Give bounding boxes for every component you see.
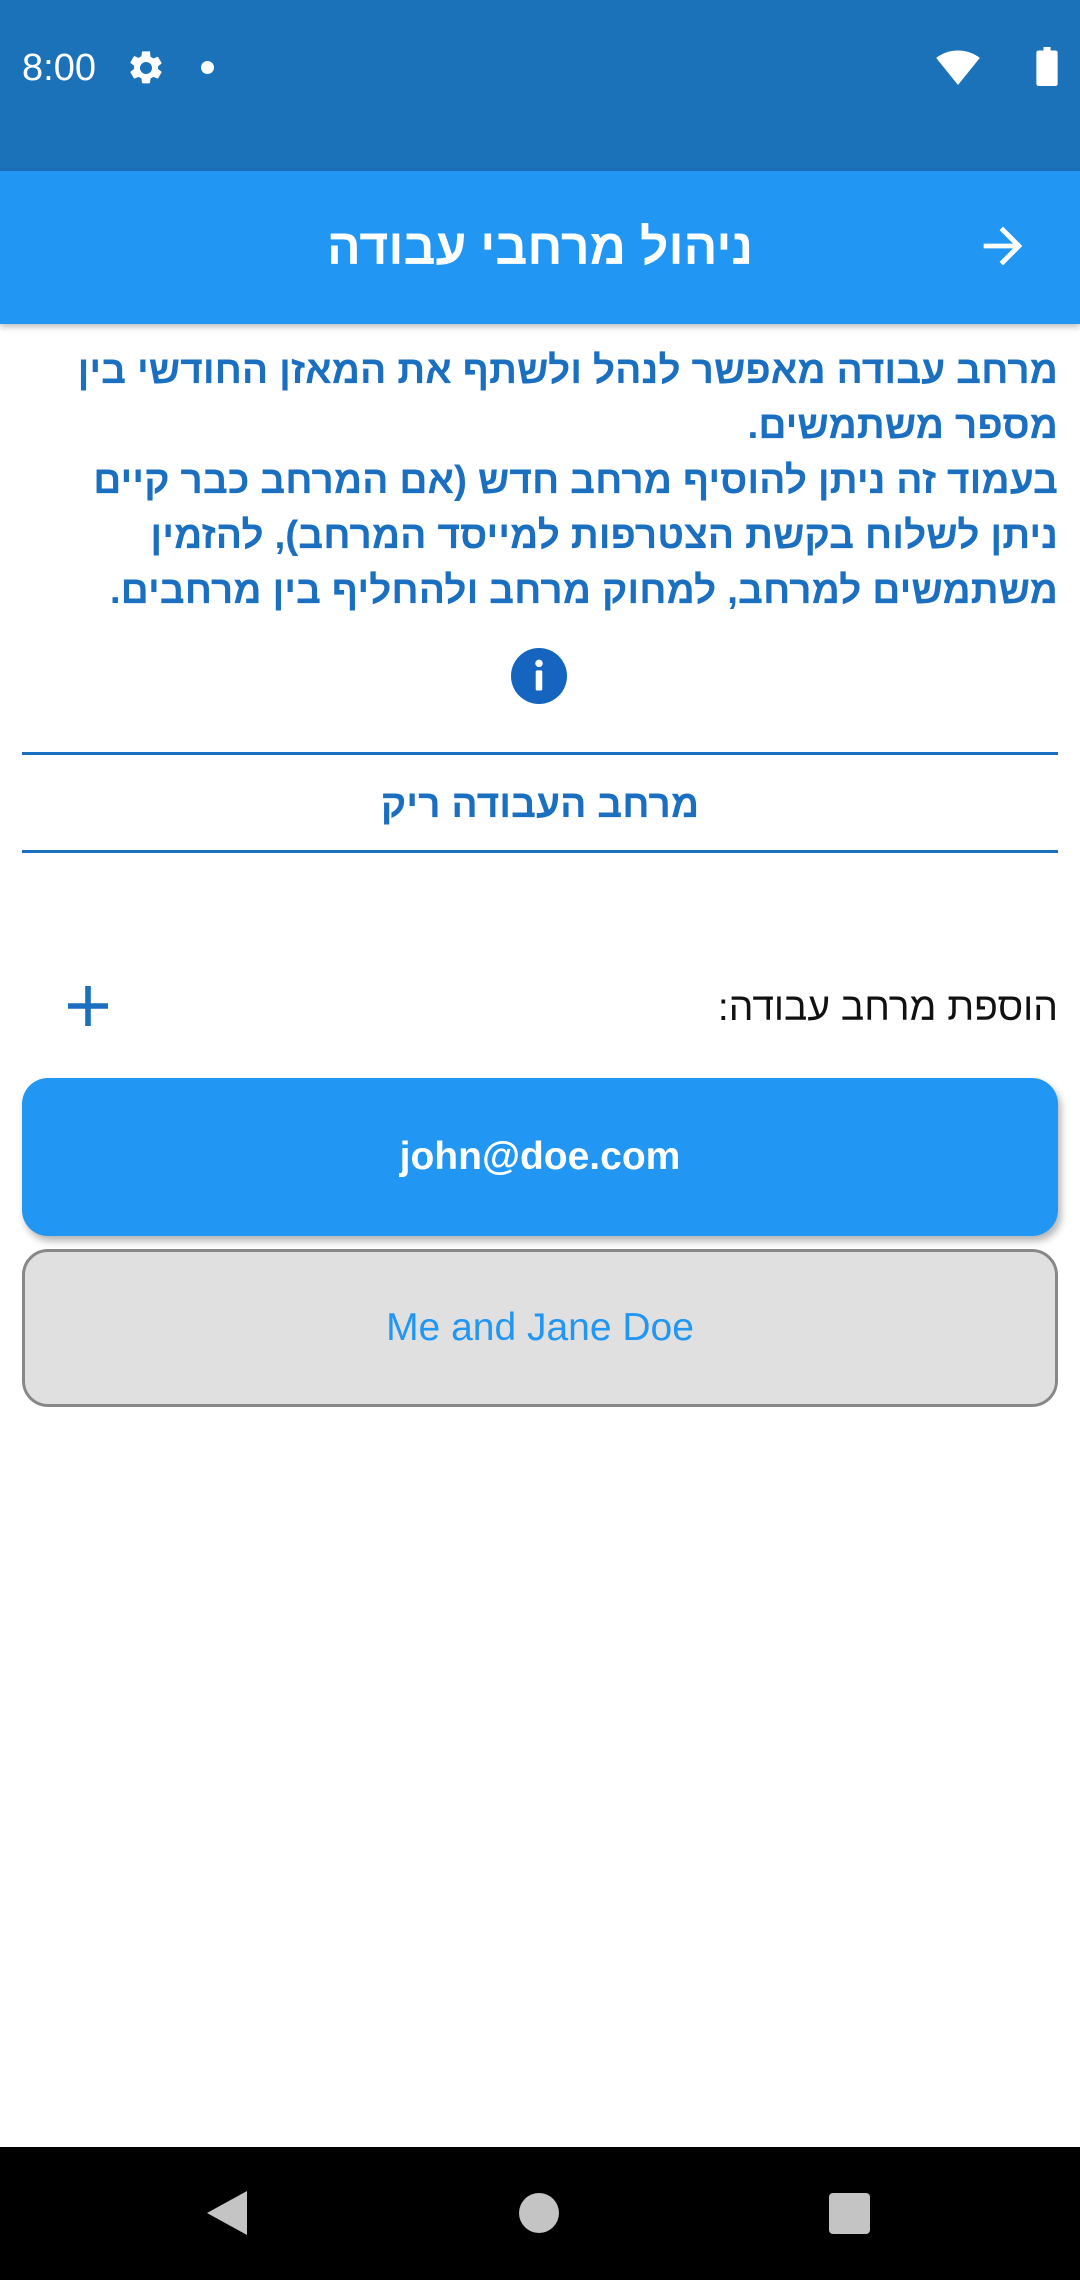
wifi-icon: [936, 50, 980, 86]
status-time: 8:00: [22, 47, 96, 89]
intro-paragraph-1: מרחב עבודה מאפשר לנהל ולשתף את המאזן החו…: [77, 349, 1058, 447]
workspace-button-selected[interactable]: john@doe.com: [22, 1078, 1058, 1236]
divider-bottom: [22, 850, 1058, 853]
intro-text: מרחב עבודה מאפשר לנהל ולשתף את המאזן החו…: [22, 343, 1058, 618]
system-nav-bar: [0, 2147, 1080, 2280]
workspace-button-label: Me and Jane Doe: [386, 1306, 694, 1349]
app-bar: ניהול מרחבי עבודה: [0, 171, 1080, 324]
arrow-right-icon[interactable]: [974, 217, 1032, 275]
recents-square-icon[interactable]: [829, 2193, 870, 2234]
battery-icon: [1036, 47, 1058, 86]
notification-dot-icon: [201, 61, 214, 74]
info-icon[interactable]: [511, 648, 567, 704]
status-bar: 8:00: [0, 0, 1080, 171]
intro-paragraph-2: בעמוד זה ניתן להוסיף מרחב חדש (אם המרחב …: [93, 459, 1058, 612]
gear-icon: [130, 51, 162, 84]
page-title: ניהול מרחבי עבודה: [326, 219, 754, 275]
home-circle-icon[interactable]: [519, 2193, 559, 2233]
add-workspace-label: הוספת מרחב עבודה:: [717, 986, 1058, 1029]
workspace-button[interactable]: Me and Jane Doe: [22, 1249, 1058, 1407]
current-workspace-status: מרחב העבודה ריק: [380, 783, 700, 826]
divider-top: [22, 752, 1058, 755]
plus-icon[interactable]: [64, 982, 112, 1030]
back-triangle-icon[interactable]: [205, 2189, 249, 2237]
workspace-button-label: john@doe.com: [399, 1135, 681, 1178]
